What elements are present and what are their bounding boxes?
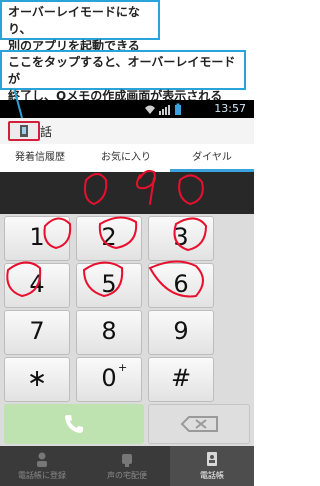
key-8[interactable]: 8 — [76, 310, 142, 355]
key-4[interactable]: 4 — [4, 263, 70, 308]
status-bar: 13:57 — [0, 100, 254, 118]
key-7-label: 7 — [29, 317, 45, 345]
backspace-button[interactable] — [148, 404, 250, 444]
dialed-number-field[interactable] — [0, 172, 254, 214]
nav-add-to-contacts[interactable]: 電話帳に登録 — [0, 446, 84, 486]
key-star[interactable]: ∗ — [4, 357, 70, 402]
top-annotation-line1: オーバーレイモードになり、 — [8, 5, 140, 36]
key-6-label: 6 — [173, 270, 189, 298]
nav-phonebook-label: 電話帳 — [200, 471, 224, 480]
key-3-label: 3 — [173, 223, 189, 251]
key-1-label: 1 — [29, 223, 45, 251]
key-7[interactable]: 7 — [4, 310, 70, 355]
key-hash-label: # — [170, 364, 192, 392]
key-5-label: 5 — [101, 270, 117, 298]
app-title: 話 — [40, 125, 53, 139]
phonebook-icon — [207, 452, 217, 466]
key-0-plus: + — [118, 361, 128, 374]
key-8-label: 8 — [101, 317, 117, 345]
dial-keypad: 1 2 3 4 5 6 7 8 9 ∗ 0 + # — [0, 214, 254, 422]
key-2[interactable]: 2 — [76, 216, 142, 261]
middle-annotation-callout: ここをタップすると、オーバーレイモードが 終了し、Qメモの作成画面が表示される — [0, 50, 246, 103]
tab-dial[interactable]: ダイヤル — [170, 144, 254, 172]
key-2-label: 2 — [101, 223, 117, 251]
key-4-label: 4 — [29, 270, 45, 298]
status-icons — [145, 103, 181, 115]
signal-icon — [168, 105, 170, 115]
backspace-icon — [180, 416, 218, 432]
nav-add-to-contacts-label: 電話帳に登録 — [18, 471, 66, 480]
top-annotation-callout: オーバーレイモードになり、 別のアプリを起動できる — [0, 0, 160, 53]
nav-voice-delivery[interactable]: 声の宅配便 — [85, 446, 169, 486]
callout-leader-line — [13, 87, 23, 119]
key-9-label: 9 — [173, 317, 189, 345]
voice-delivery-icon — [122, 454, 132, 467]
key-1[interactable]: 1 — [4, 216, 70, 261]
key-0[interactable]: 0 + — [76, 357, 142, 402]
dial-action-row — [0, 402, 254, 446]
key-6[interactable]: 6 — [148, 263, 214, 308]
wifi-icon — [145, 105, 155, 114]
key-3[interactable]: 3 — [148, 216, 214, 261]
phone-handset-icon — [65, 415, 83, 433]
nav-voice-delivery-label: 声の宅配便 — [107, 471, 147, 480]
phone-screen: 13:57 話 発着信履歴 お気に入り ダイヤル 1 2 3 4 5 6 7 8… — [0, 100, 254, 486]
key-0-label: 0 — [101, 364, 117, 392]
key-hash[interactable]: # — [148, 357, 214, 402]
nav-phonebook[interactable]: 電話帳 — [170, 446, 254, 486]
app-title-bar: 話 — [0, 118, 254, 145]
bottom-navigation: 電話帳に登録 声の宅配便 電話帳 — [0, 446, 254, 486]
key-9[interactable]: 9 — [148, 310, 214, 355]
call-button[interactable] — [4, 404, 144, 444]
status-time: 13:57 — [214, 102, 246, 115]
tab-favorites[interactable]: お気に入り — [86, 144, 166, 172]
add-contact-icon — [37, 452, 47, 467]
tab-call-history[interactable]: 発着信履歴 — [0, 144, 80, 172]
middle-annotation-line1: ここをタップすると、オーバーレイモードが — [8, 55, 236, 86]
battery-icon — [175, 105, 181, 115]
key-star-label: ∗ — [26, 364, 48, 392]
key-5[interactable]: 5 — [76, 263, 142, 308]
tab-bar: 発着信履歴 お気に入り ダイヤル — [0, 144, 254, 173]
